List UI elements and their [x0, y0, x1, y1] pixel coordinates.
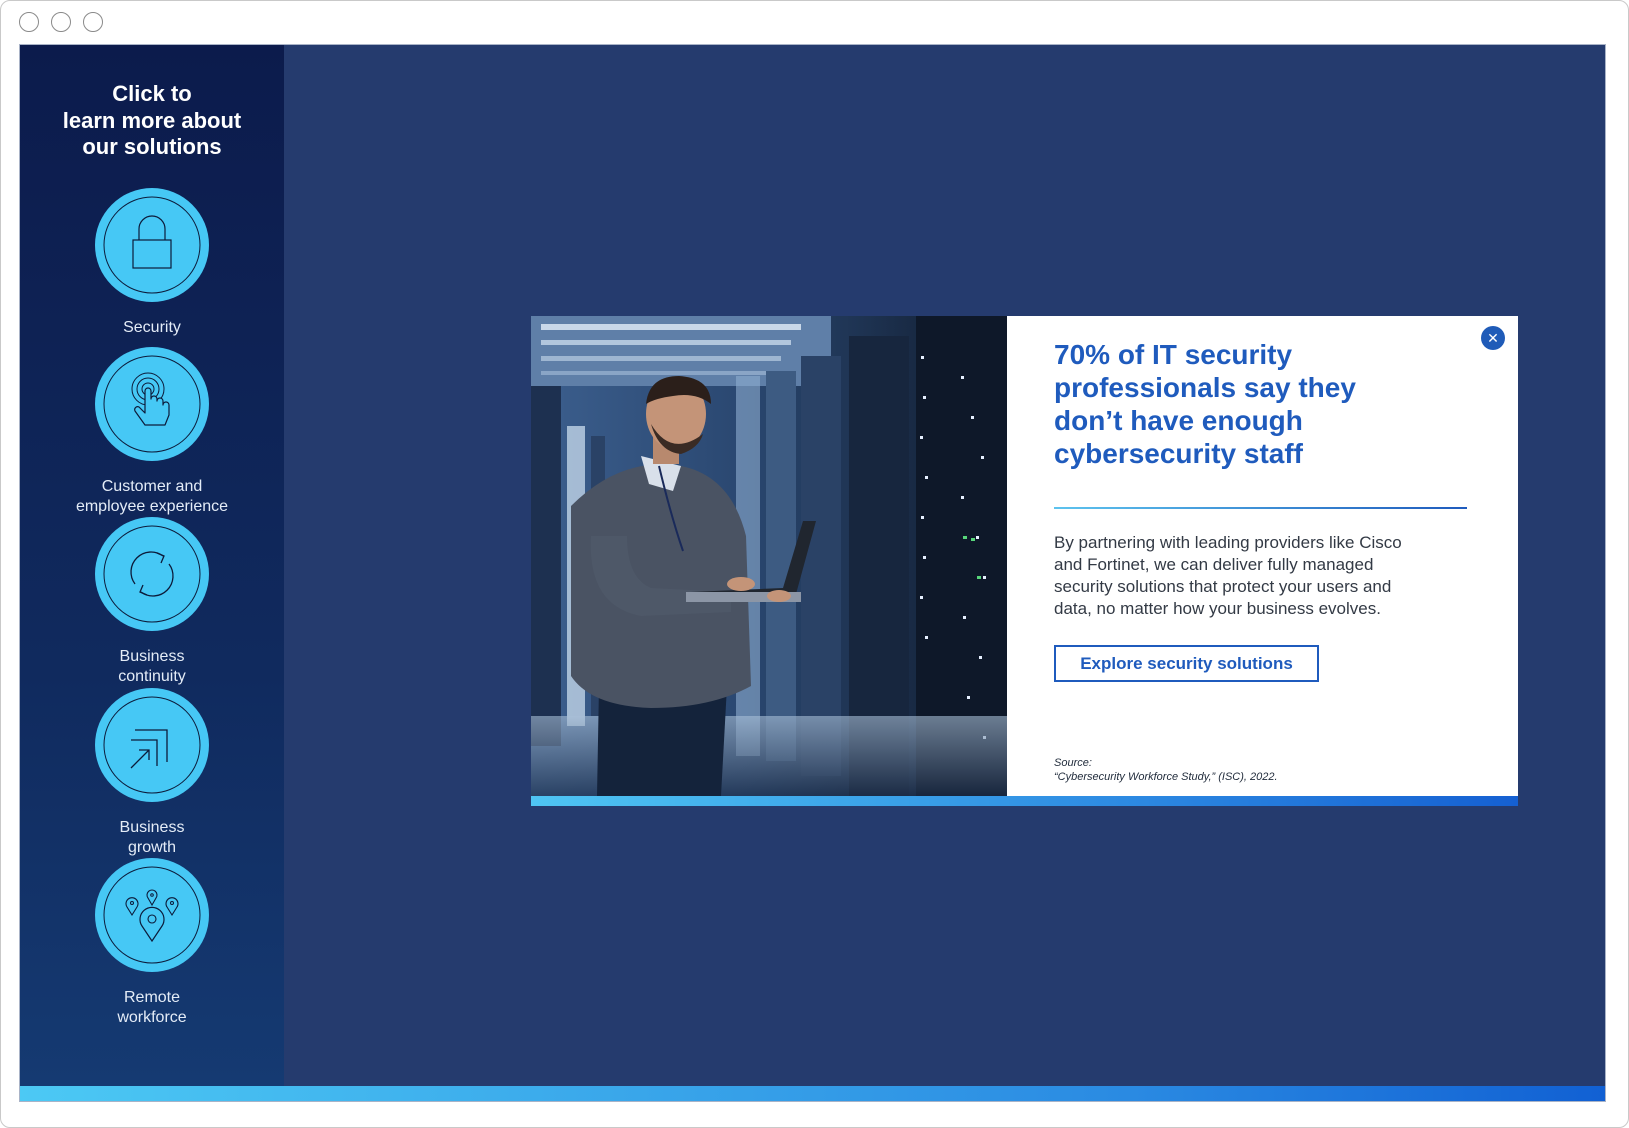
sidebar-title-line: Click to	[112, 81, 192, 106]
datacenter-engineer-photo	[531, 316, 1007, 796]
source-text: “Cybersecurity Workforce Study,” (ISC), …	[1054, 771, 1278, 783]
headline-line: professionals say they	[1054, 372, 1356, 403]
label-line: workforce	[117, 1009, 187, 1026]
headline-divider	[1054, 507, 1467, 509]
solution-business-continuity[interactable]: Business continuity	[20, 517, 284, 687]
body-line: By partnering with leading providers lik…	[1054, 533, 1402, 552]
source-citation: Source: “Cybersecurity Workforce Study,”…	[1054, 756, 1474, 784]
label-line: employee experience	[75, 498, 229, 515]
sidebar-title: Click to learn more about our solutions	[20, 81, 284, 161]
browser-window: Click to learn more about our solutions …	[0, 0, 1629, 1128]
solution-remote-workforce-label: Remote workforce	[20, 988, 284, 1028]
refresh-cycle-icon	[103, 525, 201, 623]
lock-icon	[103, 196, 201, 294]
solution-remote-workforce-circle[interactable]	[95, 858, 209, 972]
bottom-accent-bar	[20, 1086, 1605, 1101]
headline-line: cybersecurity staff	[1054, 438, 1304, 469]
touch-hand-icon	[103, 355, 201, 453]
location-pins-icon	[103, 866, 201, 964]
window-controls	[19, 12, 103, 32]
solution-business-growth-label: Business growth	[20, 818, 284, 858]
explore-security-solutions-button[interactable]: Explore security solutions	[1054, 645, 1319, 682]
sidebar-title-line: learn more about	[62, 107, 242, 133]
solution-security-circle[interactable]	[95, 188, 209, 302]
solution-business-growth[interactable]: Business growth	[20, 688, 284, 858]
growth-arrows-icon	[103, 696, 201, 794]
solution-customer-experience-circle[interactable]	[95, 347, 209, 461]
label-line: Customer and	[101, 478, 203, 495]
label-line: Security	[123, 319, 181, 336]
modal-close-button[interactable]: ✕	[1481, 326, 1505, 350]
window-minimize-control[interactable]	[51, 12, 71, 32]
sidebar-title-line: our solutions	[82, 134, 222, 159]
close-icon: ✕	[1487, 330, 1499, 346]
solution-remote-workforce[interactable]: Remote workforce	[20, 858, 284, 1028]
source-label: Source:	[1054, 757, 1092, 769]
modal-body-text: By partnering with leading providers lik…	[1054, 532, 1474, 620]
label-line: growth	[127, 839, 177, 856]
security-info-modal: ✕ 70% of IT security professionals say t…	[531, 316, 1518, 796]
window-close-control[interactable]	[19, 12, 39, 32]
photo-illustration	[531, 316, 1007, 796]
modal-headline: 70% of IT security professionals say the…	[1054, 338, 1474, 470]
label-line: continuity	[118, 668, 186, 685]
label-line: Business	[119, 819, 185, 836]
solution-customer-experience[interactable]: Customer and employee experience	[20, 347, 284, 517]
label-line: Remote	[123, 989, 181, 1006]
solution-business-continuity-label: Business continuity	[20, 647, 284, 687]
window-maximize-control[interactable]	[83, 12, 103, 32]
cta-label: Explore security solutions	[1080, 653, 1293, 673]
solution-business-continuity-circle[interactable]	[95, 517, 209, 631]
solution-security-label: Security	[20, 318, 284, 338]
headline-line: 70% of IT security	[1054, 339, 1293, 370]
solution-security[interactable]: Security	[20, 188, 284, 338]
headline-line: don’t have enough	[1054, 405, 1303, 436]
modal-accent-bar	[531, 796, 1518, 806]
solution-customer-experience-label: Customer and employee experience	[20, 477, 284, 517]
body-line: and Fortinet, we can deliver fully manag…	[1054, 555, 1374, 574]
body-line: data, no matter how your business evolve…	[1054, 599, 1381, 618]
body-line: security solutions that protect your use…	[1054, 577, 1392, 596]
label-line: Business	[119, 648, 185, 665]
solutions-sidebar: Click to learn more about our solutions …	[20, 45, 284, 1086]
solution-business-growth-circle[interactable]	[95, 688, 209, 802]
